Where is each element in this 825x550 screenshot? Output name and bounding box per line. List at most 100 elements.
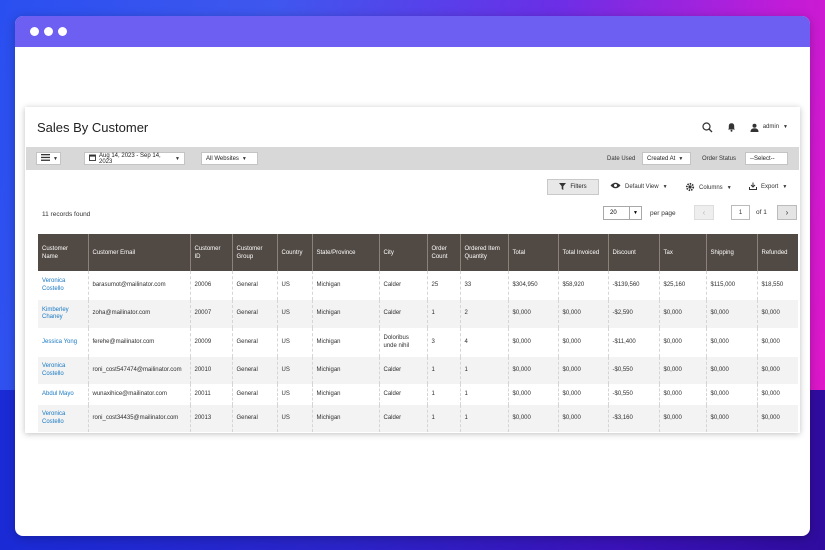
report-panel: Sales By Customer admin ▼ ▼ Aug 14, 2023… <box>25 107 800 433</box>
customer-name-link[interactable]: Veronica Costello <box>38 405 89 432</box>
table-cell: US <box>277 271 313 300</box>
user-menu[interactable]: admin ▼ <box>750 123 788 132</box>
table-cell: 1 <box>460 405 509 432</box>
date-range-picker[interactable]: Aug 14, 2023 - Sep 14, 2023 ▼ <box>84 152 185 165</box>
chevron-down-icon: ▼ <box>53 155 58 162</box>
column-header[interactable]: Shipping <box>706 234 758 271</box>
date-used-label: Date Used <box>607 156 636 162</box>
next-page-button[interactable]: › <box>777 205 797 220</box>
per-page-value: 20 <box>610 210 617 216</box>
column-header[interactable]: Country <box>277 234 313 271</box>
window-dot-2 <box>44 27 53 36</box>
customer-name-link[interactable]: Jessica Yong <box>38 328 89 357</box>
column-header[interactable]: Discount <box>608 234 660 271</box>
chevron-down-icon: ▼ <box>678 155 684 162</box>
chevron-down-icon: ▼ <box>782 184 788 190</box>
column-header[interactable]: Total <box>508 234 559 271</box>
table-cell: 20010 <box>190 357 233 384</box>
order-status-label: Order Status <box>702 156 737 162</box>
table-cell: $0,000 <box>508 405 559 432</box>
bell-icon[interactable] <box>727 122 736 132</box>
column-header[interactable]: Refunded <box>757 234 798 271</box>
table-cell: General <box>232 405 278 432</box>
table-cell: $0,000 <box>706 357 758 384</box>
table-cell: 3 <box>427 328 461 357</box>
customer-name-link[interactable]: Veronica Costello <box>38 271 89 300</box>
column-header[interactable]: City <box>379 234 428 271</box>
date-used-select[interactable]: Created At ▼ <box>642 152 691 165</box>
table-cell: 20006 <box>190 271 233 300</box>
table-cell: US <box>277 405 313 432</box>
column-header[interactable]: Customer ID <box>190 234 233 271</box>
table-cell: 20007 <box>190 300 233 328</box>
table-cell: ferehe@mailinator.com <box>88 328 191 357</box>
table-cell: $0,000 <box>706 328 758 357</box>
customer-name-link[interactable]: Veronica Costello <box>38 357 89 384</box>
column-header[interactable]: Ordered Item Quantity <box>460 234 509 271</box>
chevron-down-icon: ▼ <box>241 155 247 162</box>
user-icon <box>750 123 759 132</box>
table-cell: 20009 <box>190 328 233 357</box>
column-header[interactable]: Customer Email <box>88 234 191 271</box>
menu-dropdown[interactable]: ▼ <box>36 152 61 165</box>
page-total-label: of 1 <box>756 209 767 216</box>
website-select[interactable]: All Websites ▼ <box>201 152 258 165</box>
table-cell: $0,000 <box>558 357 609 384</box>
per-page-select[interactable]: 20 ▼ <box>603 206 642 220</box>
table-cell: Michigan <box>312 271 380 300</box>
chevron-down-icon: ▼ <box>726 185 732 191</box>
website-value: All Websites <box>206 155 239 162</box>
table-cell: roni_cost34435@mailinator.com <box>88 405 191 432</box>
order-status-select[interactable]: --Select-- <box>745 152 788 165</box>
column-header[interactable]: State/Province <box>312 234 380 271</box>
column-header[interactable]: Tax <box>659 234 707 271</box>
chevron-down-icon: ▼ <box>629 207 641 219</box>
page-number-input[interactable]: 1 <box>731 205 750 220</box>
hamburger-icon <box>41 154 50 163</box>
filters-label: Filters <box>570 184 587 190</box>
table-cell: $58,920 <box>558 271 609 300</box>
customer-name-link[interactable]: Abdul Mayo <box>38 384 89 405</box>
table-cell: wunaxihice@mailinator.com <box>88 384 191 405</box>
date-used-value: Created At <box>647 155 676 162</box>
table-cell: $0,000 <box>508 300 559 328</box>
columns-dropdown[interactable]: Columns ▼ <box>685 182 732 194</box>
table-cell: 1 <box>427 384 461 405</box>
column-header[interactable]: Customer Name <box>38 234 89 271</box>
table-cell: roni_cost547474@mailinator.com <box>88 357 191 384</box>
gear-icon <box>685 182 695 194</box>
column-header[interactable]: Customer Group <box>232 234 278 271</box>
search-icon[interactable] <box>702 121 713 133</box>
order-status-value: --Select-- <box>750 155 775 162</box>
table-cell: -$2,590 <box>608 300 660 328</box>
table-cell: $0,000 <box>659 328 707 357</box>
table-row: Veronica Costello roni_cost34435@mailinat… <box>38 405 798 432</box>
per-page-label: per page <box>650 210 676 217</box>
column-header[interactable]: Order Count <box>427 234 461 271</box>
table-cell: General <box>232 300 278 328</box>
table-cell: $0,000 <box>757 357 798 384</box>
table-cell: US <box>277 328 313 357</box>
column-header[interactable]: Total Invoiced <box>558 234 609 271</box>
previous-page-button[interactable]: ‹ <box>694 205 714 220</box>
table-cell: General <box>232 271 278 300</box>
filters-button[interactable]: Filters <box>547 179 599 195</box>
export-dropdown[interactable]: Export ▼ <box>749 182 787 192</box>
table-cell: $0,000 <box>659 357 707 384</box>
table-cell: 25 <box>427 271 461 300</box>
table-cell: Michigan <box>312 384 380 405</box>
table-cell: $0,000 <box>508 328 559 357</box>
table-cell: $0,000 <box>659 384 707 405</box>
table-cell: General <box>232 384 278 405</box>
customer-name-link[interactable]: Kimberley Chaney <box>38 300 89 328</box>
chevron-right-icon: › <box>785 208 789 217</box>
browser-title-bar <box>15 16 810 47</box>
table-cell: Doloribus unde nihil <box>379 328 428 357</box>
table-header-row: Customer Name Customer Email Customer ID Cu… <box>38 234 798 271</box>
table-row: Jessica Yong ferehe@mailinator.com 20009 Ge… <box>38 328 798 357</box>
default-view-dropdown[interactable]: Default View ▼ <box>610 182 668 191</box>
table-cell: Calder <box>379 405 428 432</box>
window-dot-3 <box>58 27 67 36</box>
table-cell: $0,000 <box>757 300 798 328</box>
table-cell: 1 <box>427 357 461 384</box>
